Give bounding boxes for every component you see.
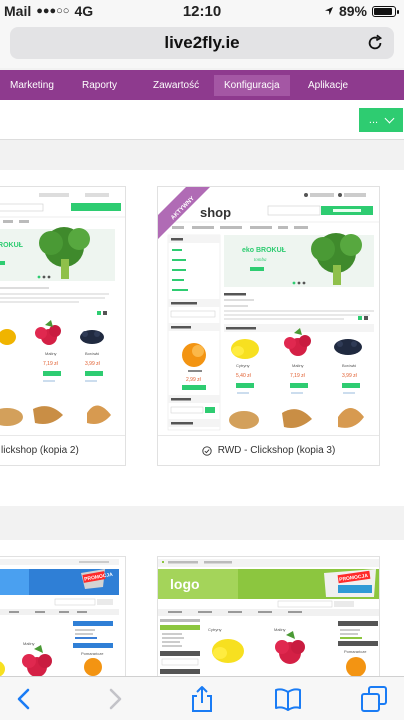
- theme-card[interactable]: PROMOCJA Maliny Pomarańcze: [0, 556, 126, 678]
- forward-icon[interactable]: [101, 685, 129, 713]
- theme-card[interactable]: logo PROMOCJA Cytryny Maliny Pomarańcze: [157, 556, 380, 678]
- theme-caption: lickshop (kopia 2): [0, 435, 125, 465]
- svg-text:3,99 zł: 3,99 zł: [342, 373, 358, 379]
- url-text[interactable]: live2fly.ie: [10, 33, 394, 53]
- bookmarks-icon[interactable]: [274, 685, 302, 713]
- svg-text:5,40 zł: 5,40 zł: [236, 373, 252, 379]
- location-icon: [324, 7, 333, 15]
- more-actions-button[interactable]: ...: [359, 108, 403, 132]
- theme-caption: RWD - Clickshop (kopia 3): [158, 435, 379, 465]
- theme-name: RWD - Clickshop (kopia 3): [217, 445, 336, 456]
- theme-preview[interactable]: logo PROMOCJA Cytryny Maliny Pomarańcze: [158, 557, 379, 678]
- themes-section: PROMOCJA Maliny Pomarańcze logo PROMOCJA…: [0, 540, 404, 678]
- svg-text:Cytryny: Cytryny: [236, 363, 250, 368]
- svg-text:Cytryny: Cytryny: [208, 627, 222, 632]
- svg-text:2,99 zł: 2,99 zł: [186, 377, 202, 383]
- theme-preview[interactable]: PROMOCJA Maliny Pomarańcze: [0, 557, 125, 678]
- svg-text:tomba: tomba: [254, 258, 267, 263]
- themes-content: BROKUŁ: [0, 141, 404, 678]
- nav-item-konfiguracja[interactable]: Konfiguracja: [214, 75, 290, 96]
- reload-icon[interactable]: [366, 34, 384, 52]
- themes-section: BROKUŁ: [0, 170, 404, 506]
- theme-card[interactable]: BROKUŁ: [0, 186, 126, 466]
- svg-text:Borówki: Borówki: [85, 351, 99, 356]
- nav-item-zawartosc[interactable]: Zawartość: [143, 75, 209, 96]
- svg-text:Pomarańcze: Pomarańcze: [344, 649, 367, 654]
- nav-item-marketing[interactable]: Marketing: [0, 75, 64, 96]
- browser-bottom-bar: [0, 676, 404, 720]
- more-label: ...: [368, 114, 379, 126]
- chevron-down-icon: [384, 113, 395, 123]
- screen: Mail ●●●○○ 4G 12:10 89% live2fly.ie Mark…: [0, 0, 404, 720]
- page-toolbar: ...: [0, 100, 404, 140]
- svg-text:Maliny: Maliny: [45, 351, 57, 356]
- theme-preview[interactable]: BROKUŁ: [0, 187, 125, 434]
- share-icon[interactable]: [188, 685, 216, 713]
- browser-toolbar: live2fly.ie: [0, 22, 404, 68]
- check-circle-icon: [202, 445, 212, 456]
- theme-preview-image: PROMOCJA Maliny Pomarańcze: [0, 557, 125, 678]
- status-bar: Mail ●●●○○ 4G 12:10 89%: [0, 0, 404, 22]
- battery-icon: [372, 5, 399, 17]
- svg-text:Borówki: Borówki: [342, 363, 356, 368]
- theme-preview-image: logo PROMOCJA Cytryny Maliny Pomarańcze: [158, 557, 379, 678]
- banner-title: eko BROKUŁ: [242, 247, 287, 254]
- svg-text:Pomarańcze: Pomarańcze: [81, 651, 104, 656]
- theme-card-active[interactable]: shop 2,99 zł eko BROKUŁ tomba Cytryny Ma…: [157, 186, 380, 466]
- theme-preview-image: BROKUŁ: [0, 187, 125, 434]
- battery-percent: 89%: [338, 3, 367, 19]
- svg-text:7,19 zł: 7,19 zł: [43, 361, 59, 367]
- svg-text:3,99 zł: 3,99 zł: [85, 361, 101, 367]
- nav-item-raporty[interactable]: Raporty: [72, 75, 127, 96]
- theme-preview[interactable]: shop 2,99 zł eko BROKUŁ tomba Cytryny Ma…: [158, 187, 379, 434]
- back-icon[interactable]: [10, 685, 38, 713]
- theme-name: lickshop (kopia 2): [1, 445, 79, 456]
- svg-text:Maliny: Maliny: [274, 627, 286, 632]
- svg-text:Maliny: Maliny: [23, 641, 35, 646]
- banner-title: BROKUŁ: [0, 242, 24, 249]
- svg-text:Maliny: Maliny: [292, 363, 304, 368]
- mini-logo: logo: [170, 576, 200, 592]
- nav-item-aplikacje[interactable]: Aplikacje: [298, 75, 358, 96]
- mini-logo: shop: [200, 205, 231, 220]
- theme-preview-image: shop 2,99 zł eko BROKUŁ tomba Cytryny Ma…: [158, 187, 379, 434]
- tabs-icon[interactable]: [360, 685, 388, 713]
- svg-text:7,19 zł: 7,19 zł: [290, 373, 306, 379]
- address-bar[interactable]: live2fly.ie: [10, 27, 394, 59]
- admin-nav: Marketing Raporty Zawartość Konfiguracja…: [0, 70, 404, 100]
